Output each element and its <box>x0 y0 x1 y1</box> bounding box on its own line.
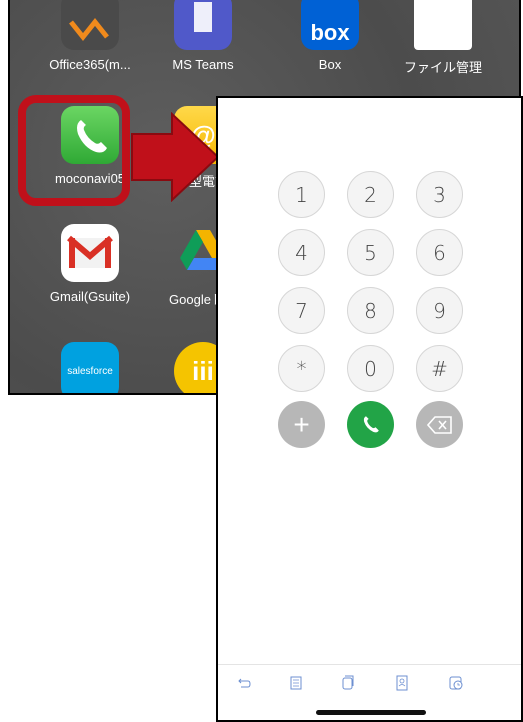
history-icon[interactable] <box>448 675 464 691</box>
add-contact-button[interactable]: + <box>278 401 325 448</box>
app-label: Box <box>318 57 342 72</box>
file-manager-icon <box>414 0 472 50</box>
copy-icon[interactable] <box>340 675 356 691</box>
gmail-icon <box>61 224 119 282</box>
yellow-icon-text: iii <box>192 355 214 386</box>
key-6[interactable]: 6 <box>416 229 463 276</box>
key-8[interactable]: 8 <box>347 287 394 334</box>
key-star[interactable]: * <box>278 345 325 392</box>
app-box[interactable]: box Box <box>275 0 385 72</box>
contacts-icon[interactable] <box>394 675 410 691</box>
app-gmail[interactable]: Gmail(Gsuite) <box>35 224 145 304</box>
key-2[interactable]: 2 <box>347 171 394 218</box>
salesforce-icon: salesforce <box>61 342 119 393</box>
app-salesforce[interactable]: salesforce <box>35 342 145 393</box>
key-9[interactable]: 9 <box>416 287 463 334</box>
backspace-icon <box>426 415 452 434</box>
key-3[interactable]: 3 <box>416 171 463 218</box>
call-button[interactable] <box>347 401 394 448</box>
home-indicator[interactable] <box>316 710 426 715</box>
box-icon: box <box>301 0 359 50</box>
office365-icon <box>61 0 119 50</box>
plus-icon: + <box>293 408 310 440</box>
key-5[interactable]: 5 <box>347 229 394 276</box>
key-7[interactable]: 7 <box>278 287 325 334</box>
key-4[interactable]: 4 <box>278 229 325 276</box>
app-label: Office365(m... <box>49 57 131 72</box>
salesforce-icon-text: salesforce <box>67 365 113 377</box>
app-office365[interactable]: Office365(m... <box>35 0 145 72</box>
tab-bar <box>218 664 521 701</box>
teams-icon <box>174 0 232 50</box>
log-icon[interactable] <box>288 675 304 691</box>
highlight-frame <box>18 95 130 206</box>
dialer-screen: 1 2 3 4 5 6 7 8 9 * 0 # + <box>216 96 523 722</box>
app-ms-teams[interactable]: MS Teams <box>148 0 258 72</box>
app-file-manager[interactable]: ファイル管理 <box>388 0 498 76</box>
key-0[interactable]: 0 <box>347 345 394 392</box>
delete-button[interactable] <box>416 401 463 448</box>
box-icon-text: box <box>310 20 350 45</box>
key-1[interactable]: 1 <box>278 171 325 218</box>
phone-icon <box>363 415 379 432</box>
app-label: ファイル管理 <box>403 60 482 75</box>
app-label: Gmail(Gsuite) <box>49 289 131 304</box>
redial-icon[interactable] <box>236 675 252 691</box>
pointer-arrow-icon <box>131 112 220 202</box>
app-label: MS Teams <box>172 57 234 72</box>
key-hash[interactable]: # <box>416 345 463 392</box>
